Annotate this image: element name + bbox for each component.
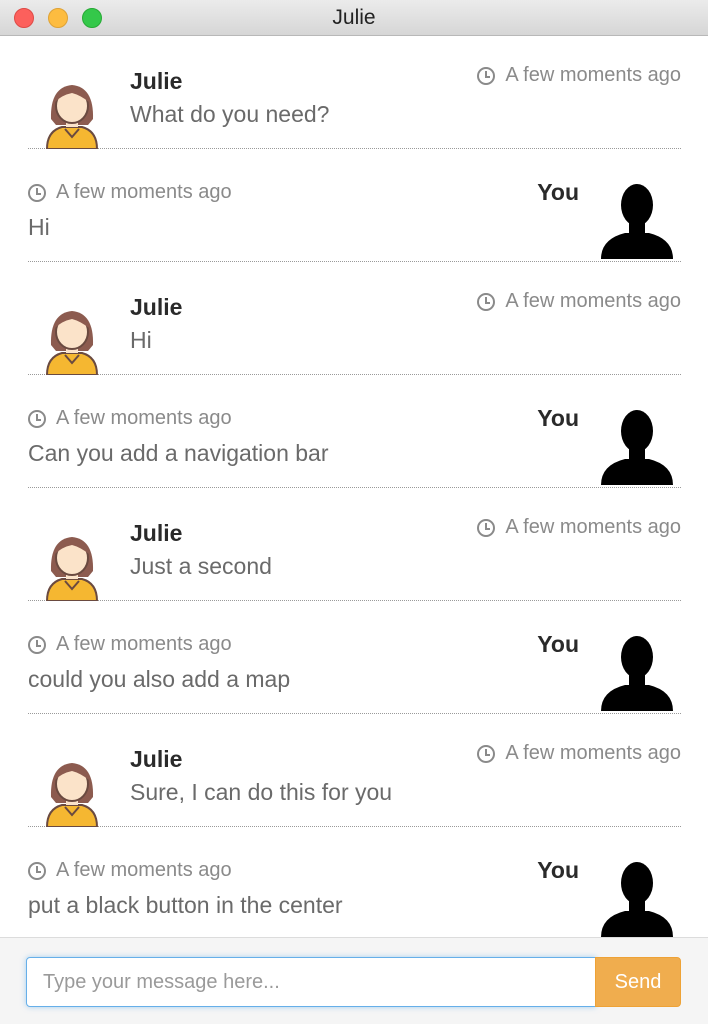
clock-icon xyxy=(477,66,496,85)
sender-name: You xyxy=(537,631,579,657)
message-timestamp: A few moments ago xyxy=(28,859,232,882)
message-text: Hi xyxy=(28,214,50,240)
message-list[interactable]: Julie A few moments ago What do you need… xyxy=(0,36,708,937)
julie-avatar-icon xyxy=(45,311,99,375)
sender-name: You xyxy=(537,857,579,883)
message-text: Sure, I can do this for you xyxy=(130,779,393,805)
sender-name: Julie xyxy=(130,746,183,772)
message-item: A few moments ago You put a black button… xyxy=(28,827,681,937)
timestamp-text: A few moments ago xyxy=(505,516,681,538)
message-timestamp: A few moments ago xyxy=(28,181,232,204)
send-button[interactable]: Send xyxy=(595,957,681,1007)
clock-icon xyxy=(477,292,496,311)
message-text: Can you add a navigation bar xyxy=(28,440,329,466)
message-text: Just a second xyxy=(130,553,272,579)
clock-icon xyxy=(28,861,46,880)
clock-icon xyxy=(28,409,46,428)
message-item: A few moments ago You Hi xyxy=(28,149,681,262)
timestamp-text: A few moments ago xyxy=(505,64,681,86)
message-item: Julie A few moments ago Hi xyxy=(28,262,681,375)
message-item: Julie A few moments ago What do you need… xyxy=(28,36,681,149)
message-timestamp: A few moments ago xyxy=(477,516,681,539)
clock-icon xyxy=(28,635,46,654)
message-timestamp: A few moments ago xyxy=(28,633,232,656)
clock-icon xyxy=(28,183,46,202)
sender-name: Julie xyxy=(130,68,183,94)
user-silhouette-avatar-icon xyxy=(601,636,673,711)
message-item: Julie A few moments ago Sure, I can do t… xyxy=(28,714,681,827)
sender-name: Julie xyxy=(130,294,183,320)
message-timestamp: A few moments ago xyxy=(477,64,681,87)
julie-avatar-icon xyxy=(45,85,99,149)
message-timestamp: A few moments ago xyxy=(28,407,232,430)
window-titlebar: Julie xyxy=(0,0,708,36)
message-item: A few moments ago You could you also add… xyxy=(28,601,681,714)
message-input[interactable] xyxy=(26,957,596,1007)
clock-icon xyxy=(477,518,496,537)
message-text: Hi xyxy=(130,327,152,353)
timestamp-text: A few moments ago xyxy=(505,290,681,312)
message-timestamp: A few moments ago xyxy=(477,290,681,313)
sender-name: You xyxy=(537,179,579,205)
message-item: A few moments ago You Can you add a navi… xyxy=(28,375,681,488)
julie-avatar-icon xyxy=(45,537,99,601)
message-item: Julie A few moments ago Just a second xyxy=(28,488,681,601)
message-text: could you also add a map xyxy=(28,666,291,692)
timestamp-text: A few moments ago xyxy=(56,407,232,429)
user-silhouette-avatar-icon xyxy=(601,410,673,485)
julie-avatar-icon xyxy=(45,763,99,827)
user-silhouette-avatar-icon xyxy=(601,862,673,937)
sender-name: Julie xyxy=(130,520,183,546)
sender-name: You xyxy=(537,405,579,431)
timestamp-text: A few moments ago xyxy=(56,859,232,881)
timestamp-text: A few moments ago xyxy=(56,633,232,655)
message-composer: Send xyxy=(0,937,708,1024)
timestamp-text: A few moments ago xyxy=(505,742,681,764)
message-text: What do you need? xyxy=(130,101,330,127)
clock-icon xyxy=(477,744,496,763)
window-title: Julie xyxy=(332,6,376,29)
user-silhouette-avatar-icon xyxy=(601,184,673,259)
message-timestamp: A few moments ago xyxy=(477,742,681,765)
message-text: put a black button in the center xyxy=(28,892,343,918)
timestamp-text: A few moments ago xyxy=(56,181,232,203)
